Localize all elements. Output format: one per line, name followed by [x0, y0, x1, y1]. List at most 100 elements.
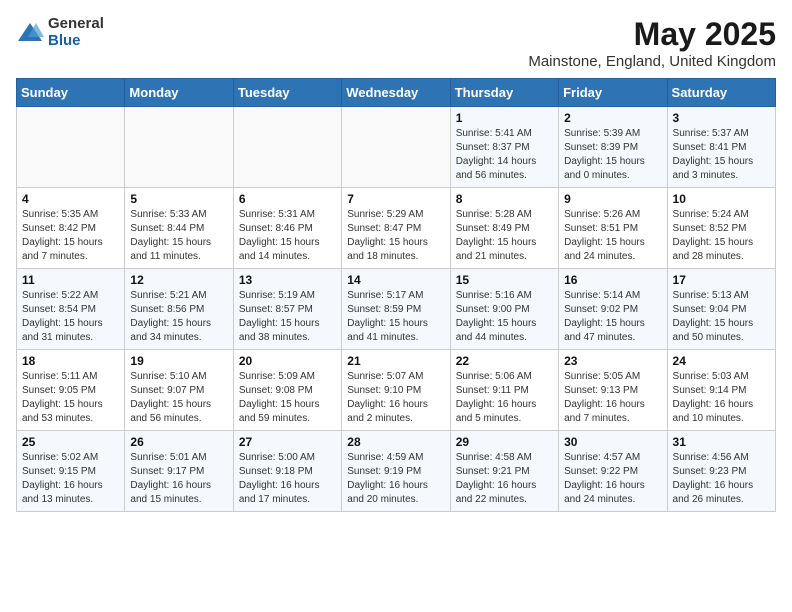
day-number: 3 — [673, 111, 770, 125]
calendar-cell: 17 Sunrise: 5:13 AM Sunset: 9:04 PM Dayli… — [667, 269, 775, 350]
day-info: Sunrise: 5:22 AM Sunset: 8:54 PM Dayligh… — [22, 289, 119, 345]
calendar-cell: 8 Sunrise: 5:28 AM Sunset: 8:49 PM Daylig… — [450, 188, 558, 269]
calendar-cell: 23 Sunrise: 5:05 AM Sunset: 9:13 PM Dayli… — [559, 350, 667, 431]
day-info: Sunrise: 4:56 AM Sunset: 9:23 PM Dayligh… — [673, 451, 770, 507]
weekday-header-row: SundayMondayTuesdayWednesdayThursdayFrid… — [17, 79, 776, 107]
calendar-cell: 21Sunrise: 5:07 AM Sunset: 9:10 PM Dayli… — [342, 350, 450, 431]
day-number: 6 — [239, 192, 336, 206]
header: General Blue May 2025 Mainstone, England… — [16, 16, 776, 70]
calendar-cell: 3 Sunrise: 5:37 AM Sunset: 8:41 PM Daylig… — [667, 107, 775, 188]
calendar-subtitle: Mainstone, England, United Kingdom — [528, 53, 776, 70]
day-number: 11 — [22, 273, 119, 287]
calendar-cell — [342, 107, 450, 188]
calendar-cell: 7 Sunrise: 5:29 AM Sunset: 8:47 PM Daylig… — [342, 188, 450, 269]
day-number: 2 — [564, 111, 661, 125]
calendar-table: SundayMondayTuesdayWednesdayThursdayFrid… — [16, 78, 776, 512]
calendar-cell: 24Sunrise: 5:03 AM Sunset: 9:14 PM Dayli… — [667, 350, 775, 431]
day-number: 21 — [347, 354, 444, 368]
day-info: Sunrise: 5:37 AM Sunset: 8:41 PM Dayligh… — [673, 127, 770, 183]
day-number: 8 — [456, 192, 553, 206]
calendar-cell: 6Sunrise: 5:31 AM Sunset: 8:46 PM Daylig… — [233, 188, 341, 269]
calendar-cell: 29 Sunrise: 4:58 AM Sunset: 9:21 PM Dayli… — [450, 431, 558, 512]
day-number: 14 — [347, 273, 444, 287]
day-info: Sunrise: 5:10 AM Sunset: 9:07 PM Dayligh… — [130, 370, 227, 426]
calendar-cell — [125, 107, 233, 188]
day-number: 12 — [130, 273, 227, 287]
day-number: 24 — [673, 354, 770, 368]
day-number: 22 — [456, 354, 553, 368]
day-info: Sunrise: 5:11 AM Sunset: 9:05 PM Dayligh… — [22, 370, 119, 426]
weekday-header-thursday: Thursday — [450, 79, 558, 107]
day-info: Sunrise: 4:57 AM Sunset: 9:22 PM Dayligh… — [564, 451, 661, 507]
day-number: 5 — [130, 192, 227, 206]
day-info: Sunrise: 5:13 AM Sunset: 9:04 PM Dayligh… — [673, 289, 770, 345]
day-number: 28 — [347, 435, 444, 449]
weekday-header-monday: Monday — [125, 79, 233, 107]
day-number: 26 — [130, 435, 227, 449]
day-number: 29 — [456, 435, 553, 449]
title-area: May 2025 Mainstone, England, United King… — [528, 16, 776, 70]
day-number: 25 — [22, 435, 119, 449]
day-number: 13 — [239, 273, 336, 287]
day-info: Sunrise: 5:26 AM Sunset: 8:51 PM Dayligh… — [564, 208, 661, 264]
day-number: 31 — [673, 435, 770, 449]
day-number: 4 — [22, 192, 119, 206]
day-number: 10 — [673, 192, 770, 206]
calendar-cell: 27 Sunrise: 5:00 AM Sunset: 9:18 PM Dayli… — [233, 431, 341, 512]
day-info: Sunrise: 5:33 AM Sunset: 8:44 PM Dayligh… — [130, 208, 227, 264]
day-info: Sunrise: 5:24 AM Sunset: 8:52 PM Dayligh… — [673, 208, 770, 264]
calendar-week-1: 4Sunrise: 5:35 AM Sunset: 8:42 PM Daylig… — [17, 188, 776, 269]
day-number: 20 — [239, 354, 336, 368]
weekday-header-sunday: Sunday — [17, 79, 125, 107]
day-number: 17 — [673, 273, 770, 287]
calendar-cell: 11 Sunrise: 5:22 AM Sunset: 8:54 PM Dayli… — [17, 269, 125, 350]
day-info: Sunrise: 5:19 AM Sunset: 8:57 PM Dayligh… — [239, 289, 336, 345]
day-info: Sunrise: 5:17 AM Sunset: 8:59 PM Dayligh… — [347, 289, 444, 345]
calendar-cell: 4Sunrise: 5:35 AM Sunset: 8:42 PM Daylig… — [17, 188, 125, 269]
day-info: Sunrise: 4:58 AM Sunset: 9:21 PM Dayligh… — [456, 451, 553, 507]
calendar-cell: 30 Sunrise: 4:57 AM Sunset: 9:22 PM Dayli… — [559, 431, 667, 512]
day-info: Sunrise: 5:28 AM Sunset: 8:49 PM Dayligh… — [456, 208, 553, 264]
calendar-cell: 1Sunrise: 5:41 AM Sunset: 8:37 PM Daylig… — [450, 107, 558, 188]
calendar-cell: 9Sunrise: 5:26 AM Sunset: 8:51 PM Daylig… — [559, 188, 667, 269]
day-info: Sunrise: 5:09 AM Sunset: 9:08 PM Dayligh… — [239, 370, 336, 426]
day-number: 16 — [564, 273, 661, 287]
logo-icon — [16, 19, 44, 47]
calendar-cell: 2 Sunrise: 5:39 AM Sunset: 8:39 PM Daylig… — [559, 107, 667, 188]
logo-general-label: General — [48, 16, 104, 33]
calendar-title: May 2025 — [528, 16, 776, 53]
calendar-cell: 28Sunrise: 4:59 AM Sunset: 9:19 PM Dayli… — [342, 431, 450, 512]
day-number: 23 — [564, 354, 661, 368]
calendar-cell: 5 Sunrise: 5:33 AM Sunset: 8:44 PM Daylig… — [125, 188, 233, 269]
calendar-cell: 12 Sunrise: 5:21 AM Sunset: 8:56 PM Dayli… — [125, 269, 233, 350]
weekday-header-tuesday: Tuesday — [233, 79, 341, 107]
day-number: 27 — [239, 435, 336, 449]
day-number: 7 — [347, 192, 444, 206]
calendar-cell: 18 Sunrise: 5:11 AM Sunset: 9:05 PM Dayli… — [17, 350, 125, 431]
day-number: 30 — [564, 435, 661, 449]
day-info: Sunrise: 5:02 AM Sunset: 9:15 PM Dayligh… — [22, 451, 119, 507]
day-info: Sunrise: 5:21 AM Sunset: 8:56 PM Dayligh… — [130, 289, 227, 345]
day-info: Sunrise: 5:14 AM Sunset: 9:02 PM Dayligh… — [564, 289, 661, 345]
day-info: Sunrise: 5:00 AM Sunset: 9:18 PM Dayligh… — [239, 451, 336, 507]
weekday-header-wednesday: Wednesday — [342, 79, 450, 107]
calendar-cell: 10 Sunrise: 5:24 AM Sunset: 8:52 PM Dayli… — [667, 188, 775, 269]
day-info: Sunrise: 5:01 AM Sunset: 9:17 PM Dayligh… — [130, 451, 227, 507]
calendar-cell — [233, 107, 341, 188]
calendar-cell: 13 Sunrise: 5:19 AM Sunset: 8:57 PM Dayli… — [233, 269, 341, 350]
day-info: Sunrise: 5:06 AM Sunset: 9:11 PM Dayligh… — [456, 370, 553, 426]
day-info: Sunrise: 5:39 AM Sunset: 8:39 PM Dayligh… — [564, 127, 661, 183]
calendar-week-2: 11 Sunrise: 5:22 AM Sunset: 8:54 PM Dayli… — [17, 269, 776, 350]
day-number: 15 — [456, 273, 553, 287]
day-info: Sunrise: 5:29 AM Sunset: 8:47 PM Dayligh… — [347, 208, 444, 264]
calendar-cell: 15Sunrise: 5:16 AM Sunset: 9:00 PM Dayli… — [450, 269, 558, 350]
calendar-cell: 31 Sunrise: 4:56 AM Sunset: 9:23 PM Dayli… — [667, 431, 775, 512]
calendar-cell — [17, 107, 125, 188]
day-info: Sunrise: 5:05 AM Sunset: 9:13 PM Dayligh… — [564, 370, 661, 426]
logo: General Blue — [16, 16, 104, 49]
calendar-week-3: 18 Sunrise: 5:11 AM Sunset: 9:05 PM Dayli… — [17, 350, 776, 431]
day-info: Sunrise: 5:41 AM Sunset: 8:37 PM Dayligh… — [456, 127, 553, 183]
day-number: 18 — [22, 354, 119, 368]
calendar-cell: 25 Sunrise: 5:02 AM Sunset: 9:15 PM Dayli… — [17, 431, 125, 512]
logo-text: General Blue — [48, 16, 104, 49]
